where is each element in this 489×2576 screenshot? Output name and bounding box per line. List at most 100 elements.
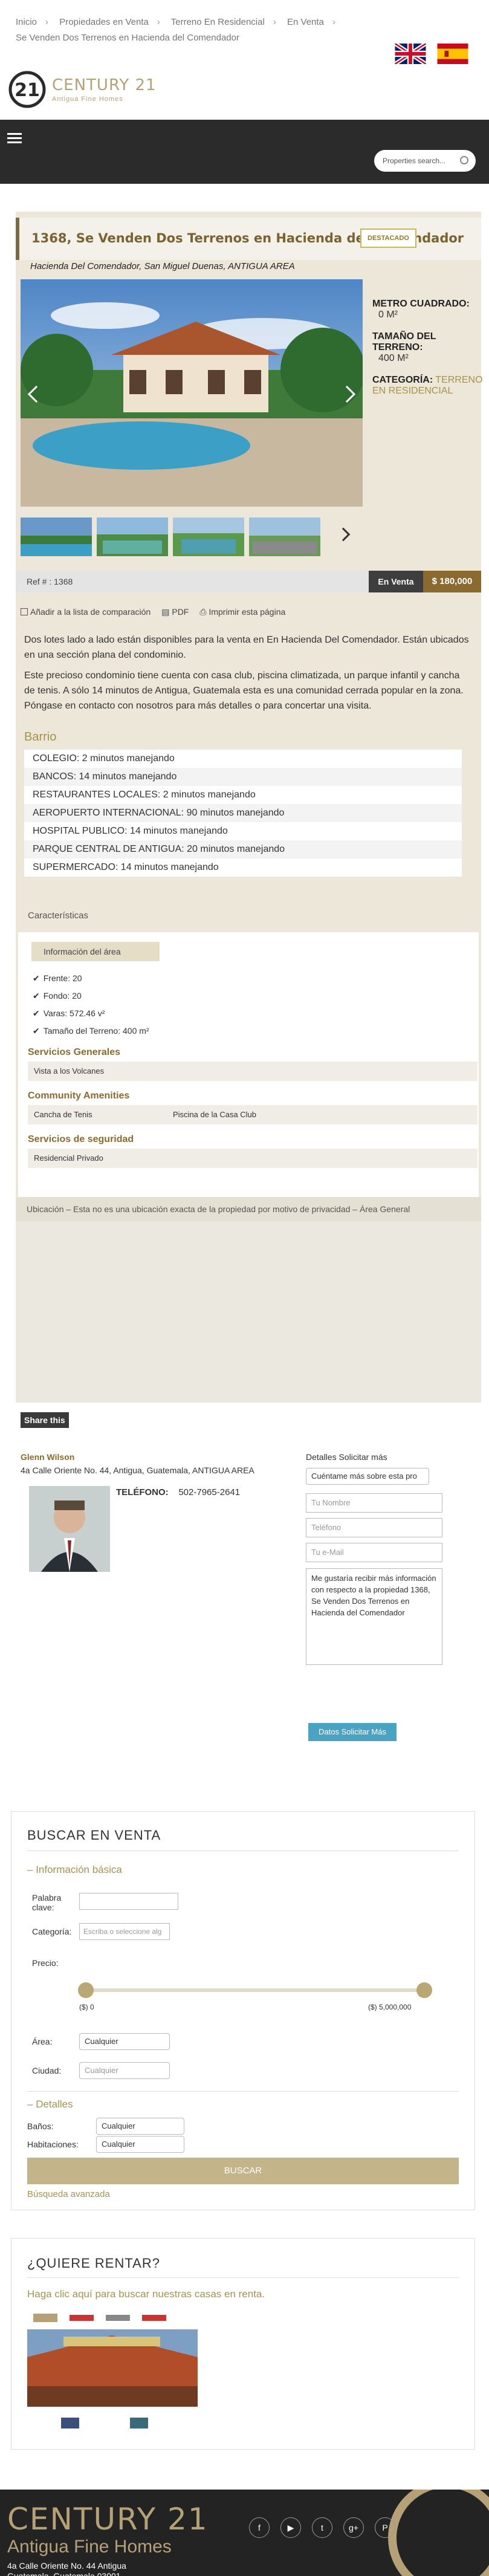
section-heading: Servicios de seguridad [28,1134,134,1144]
basic-info-toggle[interactable]: – Información básica [27,1864,122,1876]
agent-photo[interactable] [29,1486,110,1572]
footer-brand: CENTURY 21 [7,2502,209,2537]
spec-label: METRO CUADRADO: [372,299,470,309]
spain-flag-icon[interactable] [437,44,468,64]
feature-box: Residencial Privado [28,1149,478,1168]
city-label: Ciudad: [32,2066,62,2075]
ref-number: Ref # : 1368 [27,577,73,586]
keyword-input[interactable] [79,1893,178,1910]
googleplus-icon[interactable]: g+ [343,2517,364,2538]
area-select[interactable]: Cualquier [79,2033,170,2050]
print-link[interactable]: ⎙ Imprimir esta página [199,607,285,617]
list-item: ✔ Varas: 572.46 v² [33,1008,105,1018]
menu-icon[interactable] [7,133,22,144]
property-specs: METRO CUADRADO: 0 M² TAMAÑO DEL TERRENO:… [372,288,484,397]
price-label: Precio: [32,1958,59,1968]
name-field[interactable]: Tu Nombre [306,1493,442,1513]
list-item: ✔ Tamaño del Terreno: 400 m² [33,1026,149,1036]
list-item: SUPERMERCADO: 14 minutos manejando [24,858,462,877]
list-item: BANCOS: 14 minutos manejando [24,768,462,786]
thumbnail[interactable] [21,517,92,556]
min-handle[interactable] [78,1982,94,1998]
youtube-icon[interactable]: ▶ [280,2517,301,2538]
rent-link[interactable]: Haga clic aquí para buscar nuestras casa… [27,2288,265,2300]
compare-link[interactable]: Añadir a la lista de comparación [21,607,151,617]
site-logo[interactable]: 21 CENTURY 21 Antigua Fine Homes [8,68,157,111]
price-slider[interactable] [78,1982,432,1998]
details-toggle[interactable]: – Detalles [27,2098,73,2110]
map-note: Ubicación – Esta no es una ubicación exa… [16,1197,481,1221]
phone-field[interactable]: Teléfono [306,1518,442,1537]
uk-flag-icon[interactable] [395,44,426,64]
agent-name[interactable]: Glenn Wilson [21,1452,254,1462]
feature-box: Vista a los Volcanes [28,1062,478,1081]
featured-badge: DESTACADO [360,229,416,248]
rooms-select[interactable]: Cualquier [96,2136,184,2153]
rent-widget: ¿QUIERE RENTAR? Haga clic aquí para busc… [11,2238,475,2450]
features-section: Características Información del área ✔ Fr… [18,903,479,1212]
area-label: Área: [32,2037,53,2046]
list-item: RESTAURANTES LOCALES: 2 minutos manejand… [24,786,462,804]
share-button[interactable]: Share this [21,1412,69,1428]
price-max: ($) 5,000,000 [368,2003,412,2011]
features-heading: Características [28,910,89,921]
check-icon: ✔ [33,973,40,983]
agent-phone[interactable]: TELÉFONO: 502-7965-2641 [116,1487,240,1497]
search-icon[interactable] [460,156,468,164]
search-button[interactable]: BUSCAR [27,2158,459,2184]
twitter-icon[interactable]: t [312,2517,332,2538]
logo-line2: Antigua Fine Homes [52,96,123,103]
check-icon: ✔ [33,991,40,1001]
keyword-label: Palabra clave: [32,1893,62,1912]
check-icon: ✔ [33,1026,40,1036]
language-switcher [395,44,468,64]
submit-request-button[interactable]: Datos Solicitar Más [308,1723,397,1741]
property-address: Hacienda Del Comendador, San Miguel Duen… [30,261,295,271]
site-footer: CENTURY 21 Antigua Fine Homes 4a Calle O… [0,2490,489,2576]
area-info-tab[interactable]: Información del área [31,942,160,961]
category-input[interactable]: Escriba o seleccione alg [79,1923,170,1940]
request-heading: Detalles Solicitar más [306,1452,387,1462]
list-item: COLEGIO: 2 minutos manejando [24,750,462,768]
description-paragraph: Dos lotes lado a lado están disponibles … [24,635,469,660]
category-label: CATEGORÍA: [372,375,433,385]
property-main-photo[interactable] [21,279,363,507]
max-handle[interactable] [416,1982,432,1998]
message-field[interactable]: Me gustaría recibir más información con … [306,1568,442,1665]
barrio-list: COLEGIO: 2 minutos manejando BANCOS: 14 … [24,750,462,877]
rent-banner-image[interactable] [27,2309,198,2437]
search-input[interactable]: Properties search... [374,150,476,172]
map-area[interactable] [16,1221,481,1403]
check-icon: ✔ [33,1008,40,1018]
logo-numeral: 21 [15,80,40,101]
city-select[interactable]: Cualquier [79,2062,170,2079]
top-navbar: Properties search... [0,120,489,184]
advanced-search-link[interactable]: Búsqueda avanzada [27,2189,110,2199]
request-type-select[interactable]: Cuéntame más sobre esta pro [306,1468,429,1485]
photo-thumbnails [21,517,320,556]
baths-select[interactable]: Cualquier [96,2118,184,2135]
breadcrumb-item[interactable]: Propiedades en Venta [59,17,149,27]
widget-title: BUSCAR EN VENTA [27,1828,161,1843]
search-widget: BUSCAR EN VENTA – Información básica Pal… [11,1811,475,2210]
property-actions: Añadir a la lista de comparación ▤ PDF ⎙… [21,607,285,617]
breadcrumb-item[interactable]: En Venta [287,17,324,27]
property-title-bar: 1368, Se Venden Dos Terrenos en Hacienda… [16,218,481,260]
breadcrumb-item[interactable]: Terreno En Residencial [171,17,265,27]
agent-address: 4a Calle Oriente No. 44, Antigua, Guatem… [21,1465,254,1475]
email-field[interactable]: Tu e-Mail [306,1543,442,1562]
breadcrumb-item[interactable]: Inicio [16,17,37,27]
facebook-icon[interactable]: f [249,2517,270,2538]
thumbnail[interactable] [249,517,320,556]
pinterest-icon[interactable]: P [375,2517,395,2538]
list-item: AEROPUERTO INTERNACIONAL: 90 minutos man… [24,804,462,822]
list-item: HOSPITAL PUBLICO: 14 minutos manejando [24,822,462,840]
category-label: Categoría: [32,1927,72,1936]
thumbnail[interactable] [97,517,168,556]
thumbnail[interactable] [173,517,244,556]
footer-logo-mark-icon [388,2490,489,2576]
footer-address: 4a Calle Oriente No. 44 Antigua Guatemala… [7,2561,126,2576]
price-min: ($) 0 [79,2003,94,2011]
pdf-link[interactable]: ▤ PDF [161,607,189,617]
print-icon: ⎙ [199,607,209,617]
